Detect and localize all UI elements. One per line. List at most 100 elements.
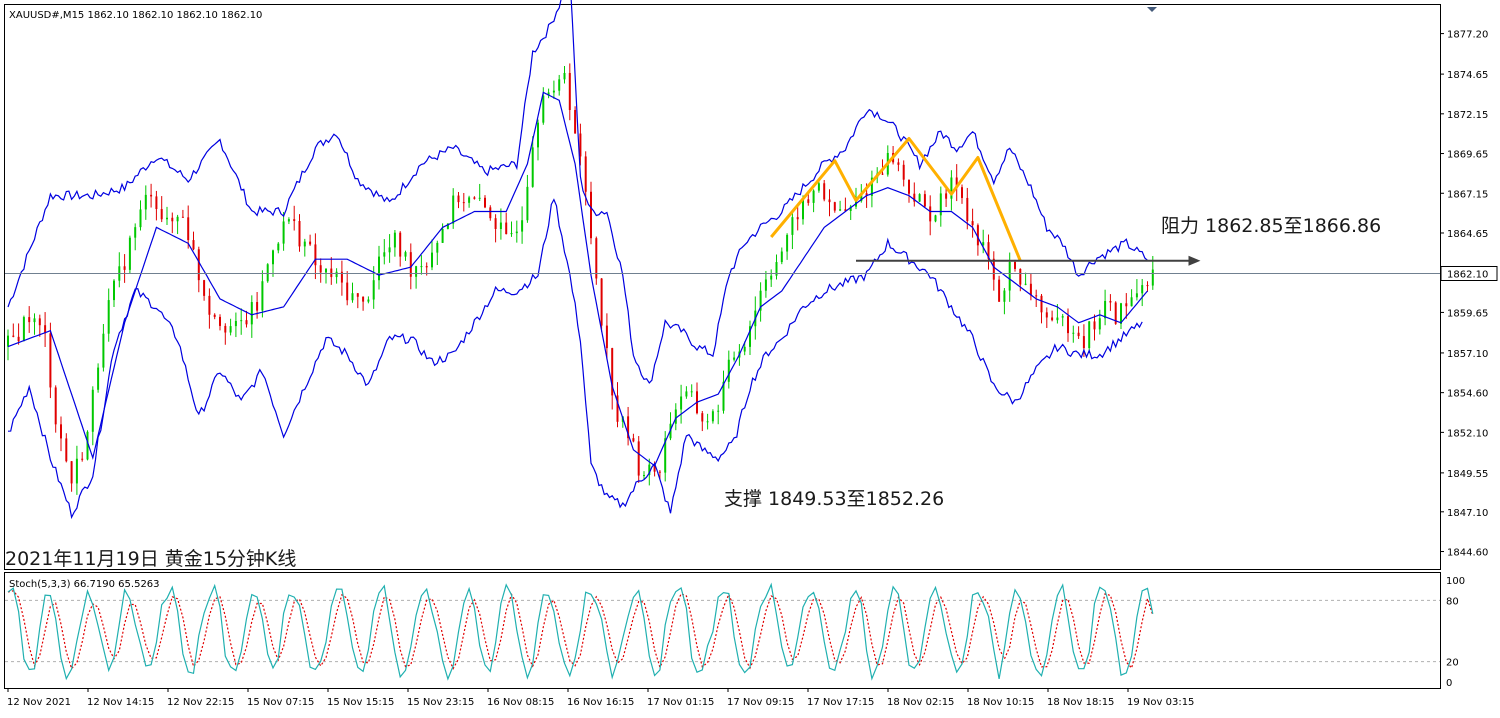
- candle-body: [558, 79, 561, 91]
- candle-body: [584, 156, 587, 192]
- candle-body: [690, 391, 693, 393]
- y-tick-label: 1854.60: [1447, 389, 1488, 400]
- candle-body: [1040, 295, 1043, 313]
- y-tick-label: 1852.10: [1447, 428, 1488, 439]
- candle-body: [685, 391, 688, 397]
- candle-body: [680, 396, 683, 410]
- candle-body: [91, 389, 94, 432]
- x-tick-label: 16 Nov 16:15: [567, 697, 634, 708]
- support-annotation: 支撑 1849.53至1852.26: [724, 488, 944, 510]
- candle-body: [632, 438, 635, 442]
- candle-body: [272, 250, 274, 265]
- candle-body: [176, 216, 179, 222]
- candle-body: [658, 471, 661, 473]
- candle-body: [1151, 269, 1154, 286]
- candle-body: [505, 222, 508, 235]
- candle-body: [1056, 317, 1059, 321]
- candle-body: [478, 197, 481, 199]
- candle-body: [918, 194, 921, 202]
- candle-body: [966, 197, 969, 222]
- candle-body: [65, 438, 68, 462]
- candle-body: [489, 207, 492, 219]
- candle-body: [197, 249, 200, 281]
- candle-body: [1104, 300, 1107, 319]
- y-tick-label: 1877.20: [1447, 30, 1488, 41]
- candle-body: [128, 237, 131, 270]
- candle-body: [325, 268, 327, 273]
- candle-body: [1061, 316, 1064, 318]
- candle-body: [431, 252, 433, 268]
- candle-body: [171, 217, 174, 222]
- candle-body: [81, 458, 84, 460]
- candle-body: [526, 186, 529, 221]
- candle-body: [1093, 321, 1096, 330]
- candle-body: [134, 227, 137, 238]
- candle-body: [1045, 312, 1048, 318]
- candle-body: [1003, 290, 1006, 302]
- y-tick-label: 1874.65: [1447, 70, 1488, 81]
- candle-body: [298, 221, 301, 247]
- candle-body: [828, 199, 831, 203]
- candle-body: [462, 202, 465, 204]
- y-tick-label: 1869.65: [1447, 150, 1488, 161]
- candle-body: [605, 325, 608, 349]
- candle-body: [568, 72, 571, 111]
- candle-body: [107, 300, 110, 334]
- x-tick-label: 19 Nov 03:15: [1127, 697, 1194, 708]
- candle-body: [780, 251, 783, 263]
- x-tick-label: 15 Nov 15:15: [327, 697, 394, 708]
- stoch-tick-label: 0: [1446, 678, 1452, 689]
- candle-body: [97, 367, 100, 390]
- candle-body: [897, 162, 900, 165]
- candle-body: [1008, 262, 1011, 291]
- candle-body: [802, 199, 804, 220]
- candle-body: [113, 280, 115, 301]
- candle-body: [224, 325, 227, 333]
- candle-body: [786, 234, 789, 252]
- x-tick-label: 16 Nov 08:15: [487, 697, 554, 708]
- candle-body: [261, 281, 264, 311]
- candle-body: [733, 357, 736, 360]
- x-tick-label: 12 Nov 22:15: [167, 697, 234, 708]
- candle-body: [415, 266, 418, 277]
- candle-body: [12, 335, 15, 337]
- candle-body: [266, 264, 269, 282]
- candle-body: [923, 194, 926, 207]
- candle-body: [717, 410, 720, 412]
- candle-body: [552, 90, 555, 93]
- y-tick-label: 1864.65: [1447, 229, 1488, 240]
- x-tick-label: 17 Nov 01:15: [647, 697, 714, 708]
- candle-body: [60, 424, 62, 439]
- candle-body: [293, 219, 296, 222]
- x-tick-label: 18 Nov 18:15: [1047, 697, 1114, 708]
- candle-body: [1135, 293, 1138, 298]
- candle-body: [123, 266, 126, 270]
- candle-body: [192, 240, 195, 250]
- candle-body: [1109, 300, 1112, 303]
- candle-body: [1067, 316, 1069, 334]
- candle-body: [817, 183, 820, 191]
- candle-body: [929, 206, 932, 222]
- x-tick-label: 17 Nov 17:15: [807, 697, 874, 708]
- candle-body: [823, 183, 826, 200]
- y-tick-label: 1844.60: [1447, 548, 1488, 559]
- chart-caption: 2021年11月19日 黄金15分钟K线: [5, 548, 296, 570]
- y-tick-label: 1847.10: [1447, 508, 1488, 519]
- candle-body: [510, 233, 513, 235]
- candle-body: [38, 318, 41, 326]
- candle-body: [515, 231, 518, 234]
- candle-body: [727, 359, 730, 382]
- candle-body: [473, 197, 476, 199]
- candle-body: [346, 282, 349, 301]
- candle-body: [1014, 262, 1016, 269]
- candle-body: [256, 302, 259, 311]
- candle-body: [372, 280, 375, 300]
- candle-body: [812, 190, 815, 203]
- chart-window: 100 80 20 0 1877.20 1874.65 1872.15 1869.65 186…: [4, 0, 1498, 708]
- candle-body: [457, 195, 460, 203]
- candle-body: [187, 217, 190, 241]
- candle-body: [155, 196, 158, 210]
- candle-body: [319, 265, 322, 273]
- resistance-annotation: 阻力 1862.85至1866.86: [1161, 215, 1381, 237]
- candle-body: [574, 110, 577, 134]
